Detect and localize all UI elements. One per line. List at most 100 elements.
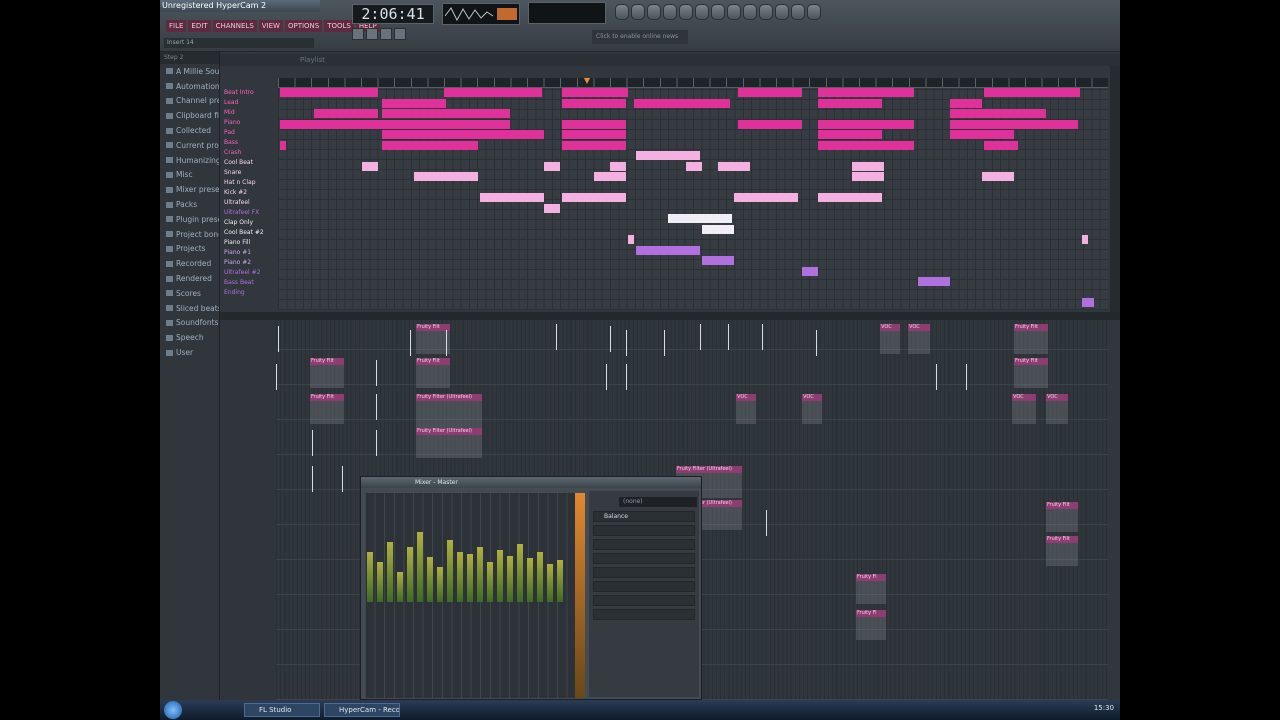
automation-stub[interactable] (276, 364, 277, 390)
browser-item[interactable]: Collected (160, 123, 219, 138)
pattern-name[interactable]: Lead (220, 98, 278, 108)
browser-item[interactable]: A Millie Soun (160, 64, 219, 79)
mixer-title[interactable]: Mixer - Master (361, 477, 701, 488)
pattern-block[interactable] (950, 109, 1046, 118)
pattern-block[interactable] (852, 161, 884, 171)
pattern-block[interactable] (280, 88, 378, 97)
fx-slot-7[interactable] (593, 595, 695, 606)
automation-stub[interactable] (410, 330, 411, 356)
pattern-block[interactable] (802, 266, 818, 276)
browser-shortcut-icon[interactable] (663, 4, 677, 20)
pattern-name[interactable]: Cool Beat (220, 158, 278, 168)
pattern-block[interactable] (950, 98, 982, 108)
pattern-block[interactable] (738, 119, 802, 129)
automation-stub[interactable] (966, 364, 967, 390)
pattern-name[interactable]: Ultrafeel FX (220, 208, 278, 218)
menu-edit[interactable]: EDIT (188, 20, 211, 32)
browser-item[interactable]: Channel pres (160, 94, 219, 109)
pattern-block[interactable] (544, 203, 560, 213)
pattern-block[interactable] (918, 277, 950, 286)
automation-stub[interactable] (626, 330, 627, 356)
automation-stub[interactable] (728, 324, 729, 350)
fx-slot-1[interactable]: Balance (593, 511, 695, 522)
automation-clip[interactable]: Fruity Filt (1014, 358, 1048, 388)
playlist-shortcut-icon[interactable] (615, 4, 629, 20)
browser-item[interactable]: Humanizing p (160, 153, 219, 168)
pattern-block[interactable] (1082, 235, 1088, 244)
automation-stub[interactable] (376, 394, 377, 420)
fx-slot-3[interactable] (593, 539, 695, 550)
record-button[interactable] (394, 28, 406, 40)
pattern-name[interactable]: Ending (220, 288, 278, 298)
automation-stub[interactable] (342, 466, 343, 492)
automation-clip[interactable]: Fruity Filt (310, 394, 344, 424)
record-audio-icon[interactable] (759, 4, 773, 20)
pattern-block[interactable] (636, 245, 700, 255)
export-icon[interactable] (711, 4, 725, 20)
pattern-block[interactable] (544, 161, 560, 171)
browser-item[interactable]: Soundfonts (160, 316, 219, 331)
start-button-icon[interactable] (164, 701, 182, 719)
browser-item[interactable]: Packs (160, 197, 219, 212)
pattern-block[interactable] (984, 140, 1018, 150)
pattern-block[interactable] (382, 109, 510, 118)
pattern-name[interactable]: Mid (220, 108, 278, 118)
playlist-scrollbar[interactable] (1110, 66, 1120, 312)
pattern-block[interactable] (382, 140, 478, 150)
mixer-tracks[interactable] (365, 493, 575, 698)
automation-stub[interactable] (312, 466, 313, 492)
pattern-block[interactable] (444, 88, 542, 97)
automation-clip[interactable]: Fruity Fi (856, 574, 886, 604)
pattern-block[interactable] (818, 130, 882, 139)
mixer-shortcut-icon[interactable] (679, 4, 693, 20)
link-icon[interactable] (775, 4, 789, 20)
fx-slot-4[interactable] (593, 553, 695, 564)
automation-stub[interactable] (610, 326, 611, 352)
automation-clip[interactable]: Fruity Filter (Ultrafeel) (416, 428, 482, 458)
pattern-name[interactable]: Pad (220, 128, 278, 138)
timeline-ruler[interactable] (278, 78, 1108, 88)
pattern-name[interactable]: Piano #1 (220, 248, 278, 258)
help-icon[interactable] (807, 4, 821, 20)
tempo-tap-icon[interactable] (727, 4, 741, 20)
menu-view[interactable]: VIEW (258, 20, 283, 32)
automation-clip[interactable]: VOC (908, 324, 930, 354)
playhead-marker[interactable] (584, 78, 590, 84)
automation-clip[interactable]: Fruity Fi (856, 610, 886, 640)
browser-item[interactable]: Projects (160, 242, 219, 257)
pattern-block[interactable] (414, 172, 478, 181)
browser-item[interactable]: Clipboard file (160, 108, 219, 123)
automation-stub[interactable] (626, 364, 627, 390)
pattern-block[interactable] (950, 130, 1014, 139)
pattern-name[interactable]: Hat n Clap (220, 178, 278, 188)
pattern-block[interactable] (382, 98, 446, 108)
pattern-block[interactable] (362, 161, 378, 171)
automation-clip[interactable]: VOC (880, 324, 900, 354)
pattern-block[interactable] (818, 98, 882, 108)
automation-clip[interactable]: Fruity Filt (1046, 502, 1078, 532)
pattern-name[interactable]: Piano #2 (220, 258, 278, 268)
automation-stub[interactable] (766, 510, 767, 536)
pattern-block[interactable] (738, 88, 802, 97)
pattern-block[interactable] (634, 98, 730, 108)
automation-clip[interactable]: VOC (736, 394, 756, 424)
hint-bar[interactable]: Click to enable online news (592, 30, 688, 44)
pattern-block[interactable] (562, 193, 626, 202)
automation-clip[interactable]: Fruity Filt (1014, 324, 1048, 354)
pattern-name[interactable]: Ultrafeel (220, 198, 278, 208)
pattern-block[interactable] (702, 224, 734, 234)
pattern-block[interactable] (480, 193, 544, 202)
pattern-name[interactable]: Bass (220, 138, 278, 148)
pattern-block[interactable] (818, 119, 914, 129)
stop-button[interactable] (380, 28, 392, 40)
taskbar-fl-studio[interactable]: FL Studio (244, 703, 320, 717)
pattern-block[interactable] (984, 88, 1080, 97)
automation-clip[interactable]: Fruity Filt (416, 324, 450, 354)
pattern-name[interactable]: Snare (220, 168, 278, 178)
automation-stub[interactable] (376, 360, 377, 386)
pattern-block[interactable] (628, 235, 634, 244)
browser-item[interactable]: Speech (160, 330, 219, 345)
browser-item[interactable]: Project bone (160, 227, 219, 242)
browser-item[interactable]: Mixer preset (160, 182, 219, 197)
pattern-block[interactable] (314, 109, 378, 118)
